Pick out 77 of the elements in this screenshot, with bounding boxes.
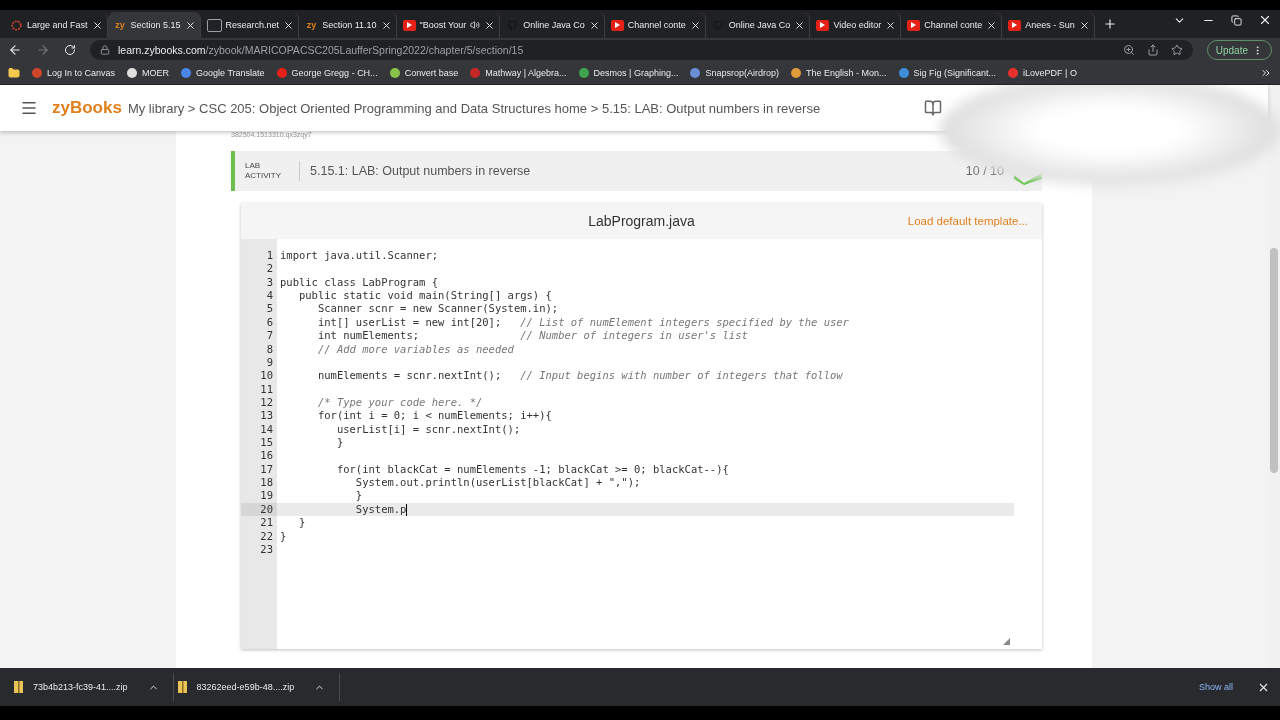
code-comment: // List of numElement integers specified by the user: [520, 315, 849, 330]
bookmark-label: The English - Mon...: [806, 68, 887, 78]
bookmark[interactable]: Sig Fig (Significant...: [898, 68, 997, 78]
bookmark-label: Sig Fig (Significant...: [913, 68, 997, 78]
breadcrumb[interactable]: My library > CSC 205: Object Oriented Programming and Data Structures home > 5.15: LAB: Output numbers in reverse: [127, 100, 821, 116]
bookmark[interactable]: Mathway | Algebra...: [470, 68, 567, 78]
line-number: 22: [259, 529, 274, 543]
line-number: 20: [241, 502, 277, 517]
score-text: 10 / 10: [965, 164, 1004, 178]
code-line: userList[i] = scnr.nextInt();: [335, 422, 521, 437]
line-number: 19: [259, 489, 274, 503]
bookmark-label: Log In to Canvas: [47, 68, 116, 78]
line-number: 9: [265, 355, 274, 370]
code-line: System.out.println(userList[blackCat] + ",");: [354, 476, 641, 490]
line-number: 2: [265, 262, 274, 276]
code-line: int[] userList = new int[20];: [316, 315, 503, 330]
bookmark[interactable]: Log In to Canvas: [32, 68, 116, 78]
bookmark[interactable]: MOER: [127, 68, 170, 78]
line-number: 1: [265, 249, 274, 263]
download-item[interactable]: 83262eed-e59b-48....zip: [173, 673, 341, 701]
code-line: for(int blackCat = numElements -1; blackCat >= 0; blackCat--){: [335, 462, 729, 477]
activity-title: 5.15.1: LAB: Output numbers in reverse: [310, 164, 532, 178]
bookmark[interactable]: Snapsrop(Airdrop): [690, 68, 779, 78]
line-number: 4: [265, 289, 274, 303]
bookmark-label: Mathway | Algebra...: [485, 68, 567, 78]
code-line: public static void main(String[] args) {: [297, 289, 552, 303]
line-number: 11: [259, 382, 274, 396]
download-item[interactable]: 73b4b213-fc39-41....zip: [10, 673, 174, 701]
line-number: 16: [259, 449, 274, 463]
line-number: 14: [259, 422, 274, 437]
bookmark[interactable]: Convert base: [389, 68, 459, 78]
code-line: int numElements;: [316, 329, 421, 343]
bookmark-label: iLovePDF | O: [1023, 68, 1077, 78]
code-line: }: [335, 436, 344, 450]
address-field[interactable]: learn.zybooks.com/zybook/MARICOPACSC205LaufferSpring2022/chapter/5/section/15: [90, 40, 1193, 60]
download-name: 83262eed-e59b-48....zip: [196, 682, 295, 692]
code-comment: /* Type your code here. */: [316, 395, 483, 410]
code-comment: // Add more variables as needed: [316, 342, 514, 356]
file-name: LabProgram.java: [588, 213, 695, 229]
bookmark-label: Google Translate: [196, 68, 265, 78]
line-number: 18: [259, 476, 274, 490]
line-number: 17: [259, 462, 274, 477]
bookmark[interactable]: The English - Mon...: [791, 68, 887, 78]
zy-favicon-icon: zy: [113, 19, 127, 31]
code-line: }: [354, 489, 363, 503]
code-line: }: [297, 516, 306, 530]
line-number: 10: [259, 369, 274, 383]
code-line: numElements = scnr.nextInt();: [316, 369, 503, 383]
bookmark-label: Snapsrop(Airdrop): [705, 68, 779, 78]
code-line: }: [279, 529, 287, 543]
line-number: 5: [265, 302, 274, 316]
code-comment: // Input begins with number of integers that follow: [520, 369, 843, 383]
download-name: 73b4b213-fc39-41....zip: [33, 682, 128, 692]
line-number: 13: [259, 409, 274, 423]
line-number: 6: [265, 315, 274, 330]
code-line: for(int i = 0; i < numElements; i++){: [316, 409, 552, 423]
code-comment: // Number of integers in user's list: [520, 329, 748, 343]
line-number: 8: [265, 342, 274, 356]
line-number: 12: [259, 395, 274, 410]
line-number: 7: [265, 329, 274, 343]
url-text: learn.zybooks.com/zybook/MARICOPACSC205LaufferSpring2022/chapter/5/section/15: [118, 44, 524, 56]
line-number: 15: [259, 436, 274, 450]
line-number: 3: [265, 275, 274, 290]
activity-label: LAB ACTIVITY: [245, 160, 300, 182]
code-line: import java.util.Scanner;: [279, 249, 439, 263]
code-line: public class LabProgram {: [279, 275, 439, 290]
bookmark[interactable]: Google Translate: [181, 68, 265, 78]
bookmark[interactable]: iLovePDF | O: [1008, 68, 1077, 78]
show-all-button[interactable]: Show all: [1192, 681, 1239, 693]
zy-favicon-icon: zy: [305, 19, 319, 31]
code-line: System.p: [354, 502, 407, 517]
browser-tab[interactable]: zy Section 5.15: [107, 12, 201, 38]
line-number: 21: [259, 516, 274, 530]
bookmark-label: MOER: [142, 68, 170, 78]
code-line: Scanner scnr = new Scanner(System.in);: [316, 302, 559, 316]
bookmark-label: Convert base: [404, 68, 459, 78]
line-number: 23: [259, 542, 274, 557]
